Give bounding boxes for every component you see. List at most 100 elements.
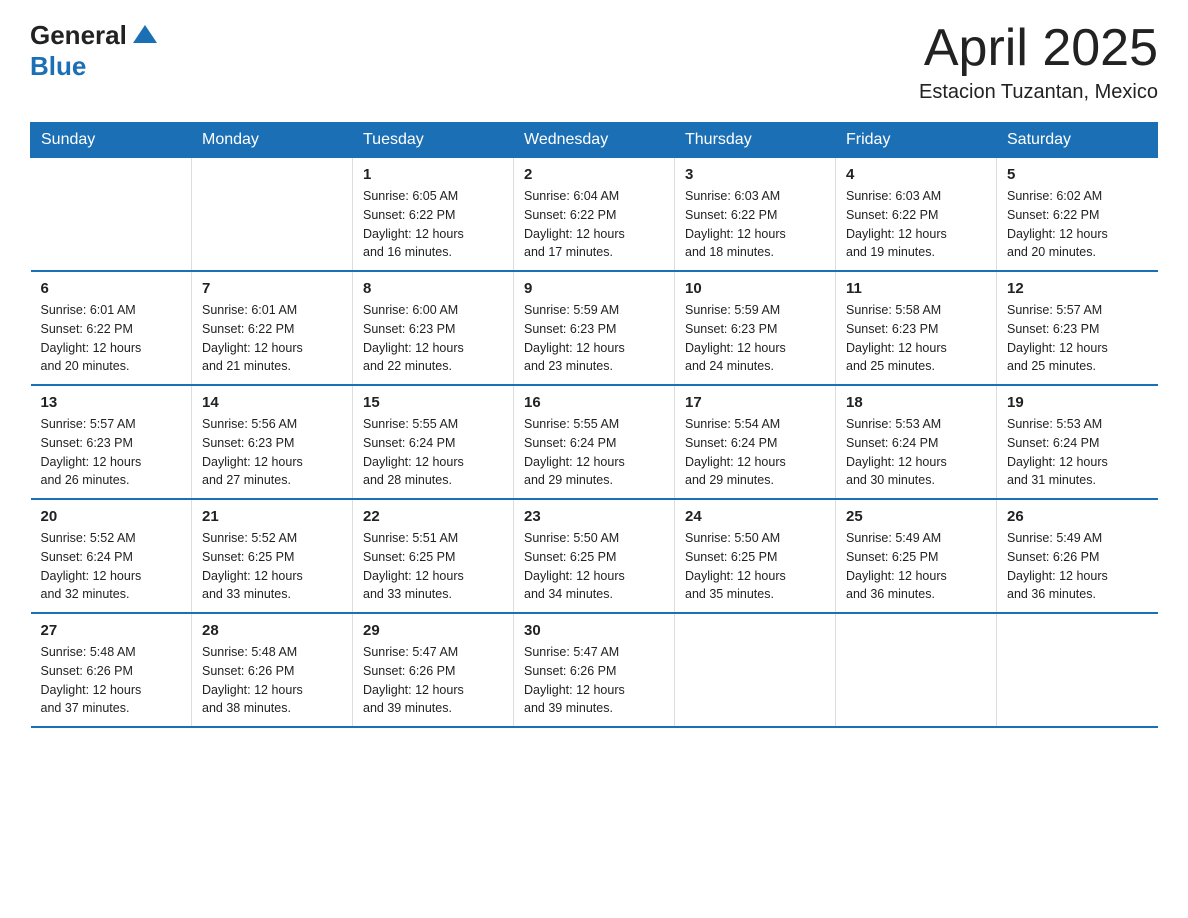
header-cell-wednesday: Wednesday — [514, 123, 675, 158]
day-cell: 1 Sunrise: 6:05 AMSunset: 6:22 PMDaylight… — [353, 158, 514, 272]
month-title: April 2025 — [919, 20, 1158, 77]
calendar-body: 1 Sunrise: 6:05 AMSunset: 6:22 PMDaylight… — [31, 158, 1158, 728]
day-info: Sunrise: 5:58 AMSunset: 6:23 PMDaylight:… — [846, 301, 986, 376]
day-info: Sunrise: 5:49 AMSunset: 6:25 PMDaylight:… — [846, 529, 986, 604]
day-number: 21 — [202, 508, 342, 525]
day-number: 9 — [524, 280, 664, 297]
day-info: Sunrise: 6:05 AMSunset: 6:22 PMDaylight:… — [363, 187, 503, 262]
day-info: Sunrise: 5:56 AMSunset: 6:23 PMDaylight:… — [202, 415, 342, 490]
day-cell: 21 Sunrise: 5:52 AMSunset: 6:25 PMDayligh… — [192, 499, 353, 613]
day-info: Sunrise: 5:47 AMSunset: 6:26 PMDaylight:… — [363, 643, 503, 718]
day-info: Sunrise: 6:03 AMSunset: 6:22 PMDaylight:… — [846, 187, 986, 262]
day-cell: 20Sunrise: 5:52 AMSunset: 6:24 PMDayligh… — [31, 499, 192, 613]
day-number: 23 — [524, 508, 664, 525]
day-cell: 4 Sunrise: 6:03 AMSunset: 6:22 PMDaylight… — [836, 158, 997, 272]
header-cell-saturday: Saturday — [997, 123, 1158, 158]
day-info: Sunrise: 5:55 AMSunset: 6:24 PMDaylight:… — [524, 415, 664, 490]
day-info: Sunrise: 5:55 AMSunset: 6:24 PMDaylight:… — [363, 415, 503, 490]
day-info: Sunrise: 5:48 AMSunset: 6:26 PMDaylight:… — [202, 643, 342, 718]
day-number: 1 — [363, 166, 503, 183]
header-cell-thursday: Thursday — [675, 123, 836, 158]
day-number: 14 — [202, 394, 342, 411]
day-cell — [192, 158, 353, 272]
day-info: Sunrise: 5:50 AMSunset: 6:25 PMDaylight:… — [524, 529, 664, 604]
day-number: 8 — [363, 280, 503, 297]
title-section: April 2025 Estacion Tuzantan, Mexico — [919, 20, 1158, 104]
header-cell-tuesday: Tuesday — [353, 123, 514, 158]
day-info: Sunrise: 6:03 AMSunset: 6:22 PMDaylight:… — [685, 187, 825, 262]
week-row-2: 6 Sunrise: 6:01 AMSunset: 6:22 PMDaylight… — [31, 271, 1158, 385]
day-cell: 11 Sunrise: 5:58 AMSunset: 6:23 PMDayligh… — [836, 271, 997, 385]
day-cell: 25 Sunrise: 5:49 AMSunset: 6:25 PMDayligh… — [836, 499, 997, 613]
day-cell: 5 Sunrise: 6:02 AMSunset: 6:22 PMDaylight… — [997, 158, 1158, 272]
day-number: 28 — [202, 622, 342, 639]
day-info: Sunrise: 5:48 AMSunset: 6:26 PMDaylight:… — [41, 643, 182, 718]
week-row-3: 13 Sunrise: 5:57 AMSunset: 6:23 PMDayligh… — [31, 385, 1158, 499]
day-info: Sunrise: 5:54 AMSunset: 6:24 PMDaylight:… — [685, 415, 825, 490]
day-info: Sunrise: 5:52 AMSunset: 6:25 PMDaylight:… — [202, 529, 342, 604]
day-cell: 19 Sunrise: 5:53 AMSunset: 6:24 PMDayligh… — [997, 385, 1158, 499]
day-info: Sunrise: 5:59 AMSunset: 6:23 PMDaylight:… — [524, 301, 664, 376]
calendar-header: SundayMondayTuesdayWednesdayThursdayFrid… — [31, 123, 1158, 158]
day-number: 7 — [202, 280, 342, 297]
day-number: 30 — [524, 622, 664, 639]
day-cell: 23 Sunrise: 5:50 AMSunset: 6:25 PMDayligh… — [514, 499, 675, 613]
day-number: 4 — [846, 166, 986, 183]
day-info: Sunrise: 6:02 AMSunset: 6:22 PMDaylight:… — [1007, 187, 1148, 262]
day-number: 10 — [685, 280, 825, 297]
day-cell: 17 Sunrise: 5:54 AMSunset: 6:24 PMDayligh… — [675, 385, 836, 499]
header-cell-sunday: Sunday — [31, 123, 192, 158]
logo-triangle-icon — [131, 23, 159, 45]
day-cell: 30 Sunrise: 5:47 AMSunset: 6:26 PMDayligh… — [514, 613, 675, 727]
day-cell: 15 Sunrise: 5:55 AMSunset: 6:24 PMDayligh… — [353, 385, 514, 499]
day-number: 6 — [41, 280, 182, 297]
day-number: 11 — [846, 280, 986, 297]
day-info: Sunrise: 5:57 AMSunset: 6:23 PMDaylight:… — [1007, 301, 1148, 376]
week-row-5: 27 Sunrise: 5:48 AMSunset: 6:26 PMDayligh… — [31, 613, 1158, 727]
day-cell: 10 Sunrise: 5:59 AMSunset: 6:23 PMDayligh… — [675, 271, 836, 385]
week-row-4: 20Sunrise: 5:52 AMSunset: 6:24 PMDayligh… — [31, 499, 1158, 613]
logo: General Blue — [30, 20, 159, 82]
day-info: Sunrise: 5:53 AMSunset: 6:24 PMDaylight:… — [1007, 415, 1148, 490]
logo-general: General — [30, 20, 127, 51]
day-cell — [836, 613, 997, 727]
day-info: Sunrise: 5:59 AMSunset: 6:23 PMDaylight:… — [685, 301, 825, 376]
header-cell-monday: Monday — [192, 123, 353, 158]
day-number: 22 — [363, 508, 503, 525]
day-info: Sunrise: 5:57 AMSunset: 6:23 PMDaylight:… — [41, 415, 182, 490]
day-cell: 26Sunrise: 5:49 AMSunset: 6:26 PMDayligh… — [997, 499, 1158, 613]
day-info: Sunrise: 6:01 AMSunset: 6:22 PMDaylight:… — [202, 301, 342, 376]
day-cell — [31, 158, 192, 272]
day-number: 26 — [1007, 508, 1148, 525]
day-cell: 6 Sunrise: 6:01 AMSunset: 6:22 PMDaylight… — [31, 271, 192, 385]
logo-blue: Blue — [30, 51, 86, 81]
day-cell — [997, 613, 1158, 727]
day-number: 19 — [1007, 394, 1148, 411]
day-number: 13 — [41, 394, 182, 411]
day-cell: 22 Sunrise: 5:51 AMSunset: 6:25 PMDayligh… — [353, 499, 514, 613]
day-info: Sunrise: 6:01 AMSunset: 6:22 PMDaylight:… — [41, 301, 182, 376]
day-cell: 14 Sunrise: 5:56 AMSunset: 6:23 PMDayligh… — [192, 385, 353, 499]
day-number: 17 — [685, 394, 825, 411]
day-info: Sunrise: 5:53 AMSunset: 6:24 PMDaylight:… — [846, 415, 986, 490]
day-number: 15 — [363, 394, 503, 411]
day-number: 5 — [1007, 166, 1148, 183]
day-number: 24 — [685, 508, 825, 525]
week-row-1: 1 Sunrise: 6:05 AMSunset: 6:22 PMDaylight… — [31, 158, 1158, 272]
day-info: Sunrise: 5:47 AMSunset: 6:26 PMDaylight:… — [524, 643, 664, 718]
day-number: 27 — [41, 622, 182, 639]
day-cell: 29Sunrise: 5:47 AMSunset: 6:26 PMDayligh… — [353, 613, 514, 727]
day-number: 18 — [846, 394, 986, 411]
day-number: 12 — [1007, 280, 1148, 297]
day-cell: 24 Sunrise: 5:50 AMSunset: 6:25 PMDayligh… — [675, 499, 836, 613]
day-info: Sunrise: 5:50 AMSunset: 6:25 PMDaylight:… — [685, 529, 825, 604]
day-number: 25 — [846, 508, 986, 525]
day-info: Sunrise: 5:51 AMSunset: 6:25 PMDaylight:… — [363, 529, 503, 604]
day-cell: 13 Sunrise: 5:57 AMSunset: 6:23 PMDayligh… — [31, 385, 192, 499]
calendar-table: SundayMondayTuesdayWednesdayThursdayFrid… — [30, 122, 1158, 728]
location-title: Estacion Tuzantan, Mexico — [919, 81, 1158, 104]
header-row: SundayMondayTuesdayWednesdayThursdayFrid… — [31, 123, 1158, 158]
day-info: Sunrise: 5:52 AMSunset: 6:24 PMDaylight:… — [41, 529, 182, 604]
day-cell: 18 Sunrise: 5:53 AMSunset: 6:24 PMDayligh… — [836, 385, 997, 499]
day-number: 16 — [524, 394, 664, 411]
